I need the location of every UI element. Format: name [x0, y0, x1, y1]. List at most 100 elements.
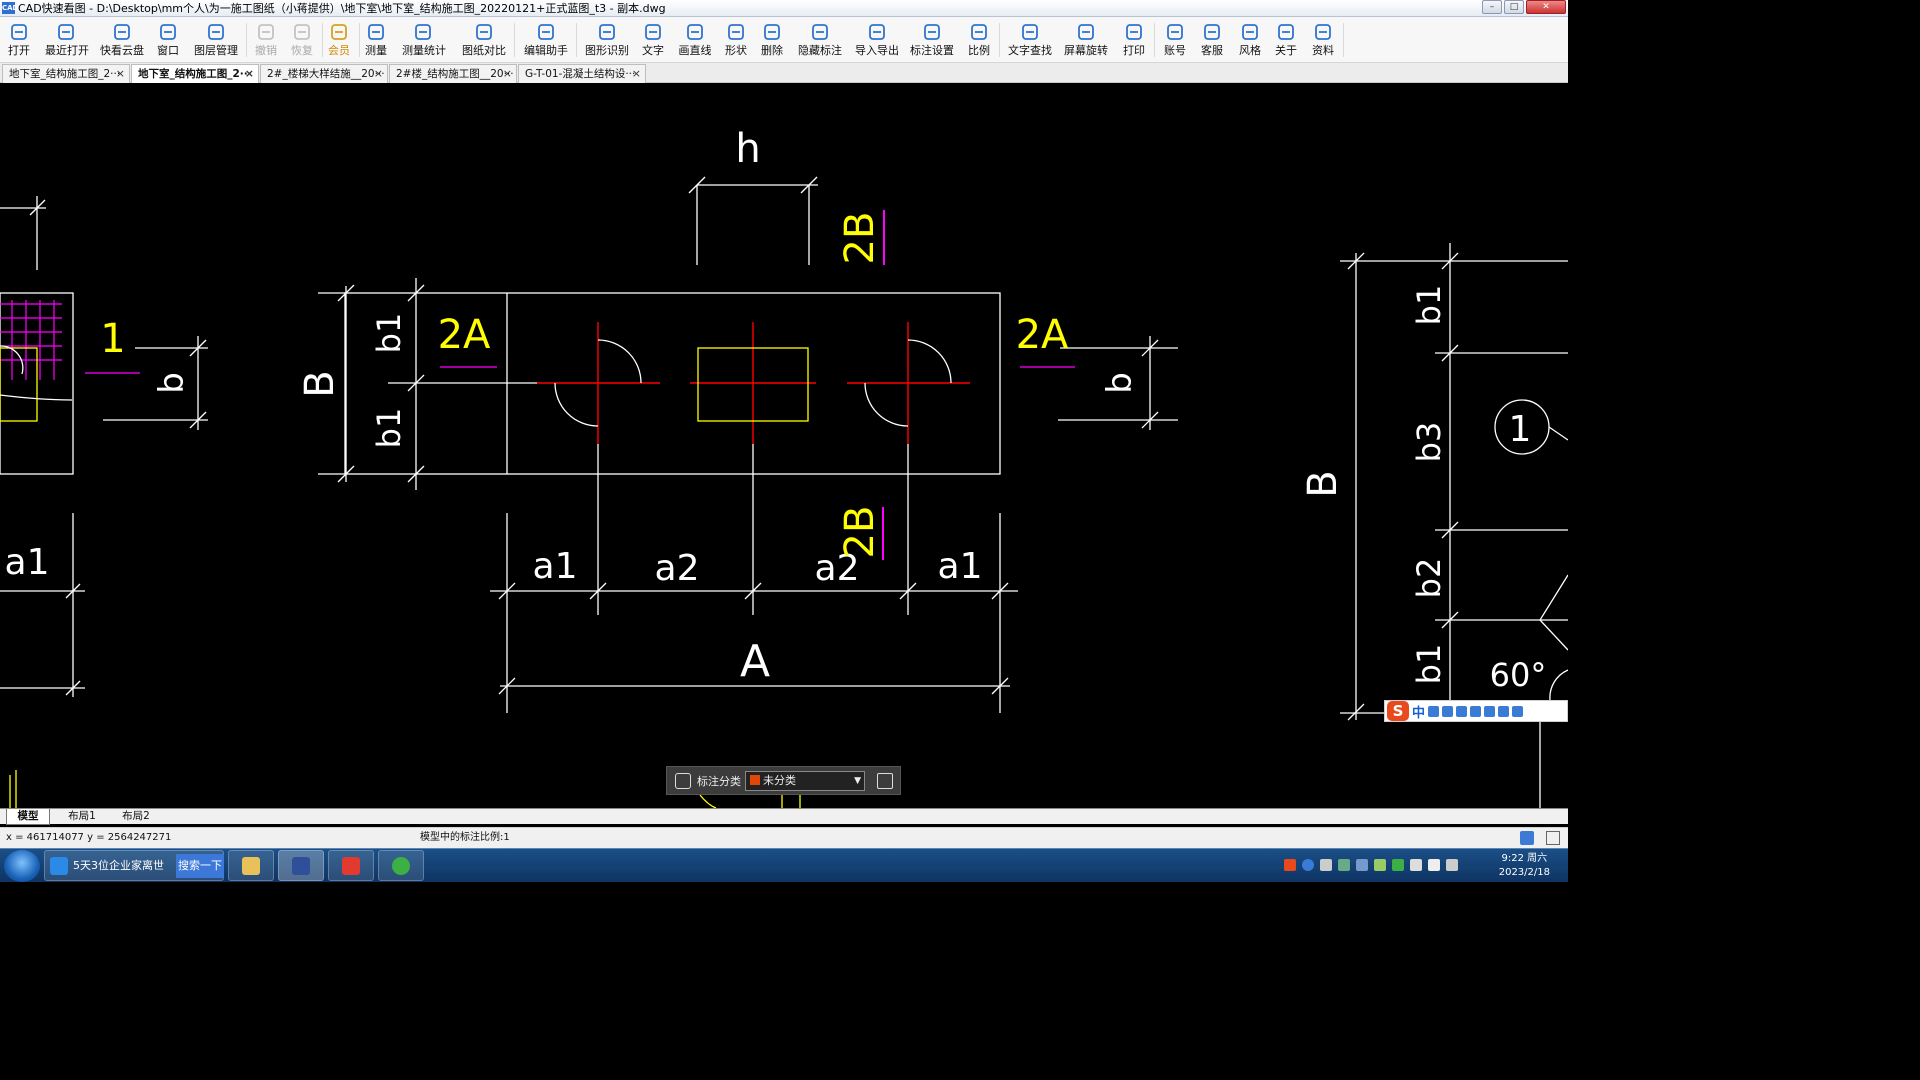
volume-icon[interactable]	[1428, 859, 1440, 871]
help-icon[interactable]	[1302, 859, 1314, 871]
taskbar-item-app[interactable]	[378, 850, 424, 881]
search-button[interactable]: 搜索一下	[176, 854, 224, 878]
toolbar-button-17[interactable]: 隐藏标注	[798, 20, 842, 60]
toolbar-button-18[interactable]: 导入导出	[855, 20, 899, 60]
label-b1-bottom: b1	[370, 408, 408, 449]
close-tab-icon[interactable]: ×	[503, 65, 512, 83]
toolbar-button-25[interactable]: 客服	[1200, 20, 1224, 60]
toolbar-button-label: 删除	[761, 44, 783, 57]
emoji-icon[interactable]	[1442, 705, 1454, 717]
toolbar-button-28[interactable]: 资料	[1311, 20, 1335, 60]
toolbar-button-12[interactable]: 图形识别	[585, 20, 629, 60]
flag-icon[interactable]	[1410, 859, 1422, 871]
ime-mode[interactable]: 中	[1412, 702, 1425, 721]
annotation-category-select[interactable]: 未分类 ▼	[745, 770, 865, 791]
layout-tab-0[interactable]: 模型	[6, 809, 50, 825]
layout-tab-1[interactable]: 布局1	[58, 809, 106, 825]
keyboard-icon[interactable]	[1470, 705, 1482, 717]
view-mode-icon[interactable]	[1520, 831, 1534, 845]
security-icon[interactable]	[1338, 859, 1350, 871]
toolbar-button-14[interactable]: 画直线	[678, 20, 712, 60]
taskbar-item-wps[interactable]	[328, 850, 374, 881]
taskbar-item-explorer[interactable]	[228, 850, 274, 881]
close-tab-icon[interactable]: ×	[632, 65, 641, 83]
minimize-button[interactable]: –	[1482, 0, 1502, 14]
punctuation-icon[interactable]	[1428, 705, 1440, 717]
toolbar-button-10[interactable]: 图纸对比	[462, 20, 506, 60]
toolbar-button-label: 打开	[8, 44, 30, 57]
toolbar-button-9[interactable]: 测量统计	[402, 20, 446, 60]
toolbar-button-7[interactable]: 会员	[327, 20, 351, 60]
label-A: A	[740, 636, 770, 687]
close-tab-icon[interactable]: ×	[116, 65, 125, 83]
toolbar-button-20[interactable]: 比例	[967, 20, 991, 60]
chevron-down-icon: ▼	[854, 775, 861, 786]
toolbar-button-label: 测量统计	[402, 44, 446, 57]
clock[interactable]: 9:22 周六 2023/2/18	[1499, 852, 1550, 880]
toolbar-button-27[interactable]: 关于	[1274, 20, 1298, 60]
app-tray-icon[interactable]	[1374, 859, 1386, 871]
taskbar-item-cad[interactable]	[278, 850, 324, 881]
toolbar-button-24[interactable]: 账号	[1163, 20, 1187, 60]
toolbar-button-11[interactable]: 编辑助手	[524, 20, 568, 60]
toolbar-button-8[interactable]: 测量	[365, 20, 387, 60]
toolbar-button-5[interactable]: 撤销	[254, 20, 278, 60]
toolbar-button-16[interactable]: 删除	[760, 20, 784, 60]
toolbar-button-15[interactable]: 形状	[722, 20, 750, 60]
annotation-category-label: 标注分类	[697, 774, 741, 788]
toolbar-button-4[interactable]: 图层管理	[194, 20, 238, 60]
toolbar-button-19[interactable]: 标注设置	[910, 20, 954, 60]
drawing-canvas[interactable]: h B b b b1 b1 a1 a2 a2 a1 A a1 B b1 b3 b…	[0, 84, 1568, 808]
taskbar-item-label: 5天3位企业家离世	[73, 859, 164, 872]
folder-icon	[242, 857, 260, 875]
green-tray-icon[interactable]	[1392, 859, 1404, 871]
close-tab-icon[interactable]: ×	[374, 65, 383, 83]
maximize-button[interactable]: □	[1504, 0, 1524, 14]
network-icon[interactable]	[1320, 859, 1332, 871]
toolbar-button-3[interactable]: 窗口	[157, 20, 179, 60]
toolbar-button-label: 编辑助手	[524, 44, 568, 57]
tab-document-2[interactable]: 2#_楼梯大样结施__20··· ×	[260, 64, 388, 83]
headset-icon	[1202, 22, 1222, 42]
toolbar-button-6[interactable]: 恢复	[290, 20, 314, 60]
toolbar-button-label: 画直线	[678, 44, 712, 57]
tab-document-1[interactable]: 地下室_结构施工图_2··· ×	[131, 64, 259, 83]
tab-document-0[interactable]: 地下室_结构施工图_2··· ×	[2, 64, 130, 83]
layout-tab-2[interactable]: 布局2	[112, 809, 160, 825]
tab-document-3[interactable]: 2#楼_结构施工图__20··· ×	[389, 64, 517, 83]
toolbar-button-26[interactable]: 风格	[1238, 20, 1262, 60]
tab-document-4[interactable]: G-T-01-混凝土结构设··· ×	[518, 64, 646, 83]
toolbar-button-2[interactable]: 快看云盘	[100, 20, 144, 60]
grid-icon[interactable]	[675, 772, 691, 789]
left-detail	[0, 196, 208, 697]
measure-stats-icon	[413, 22, 433, 42]
panel-toggle-icon[interactable]	[1546, 831, 1560, 845]
edit-icon[interactable]	[877, 772, 893, 789]
microphone-icon[interactable]	[1456, 705, 1468, 717]
toolbar-button-label: 文字	[642, 44, 664, 57]
sogou-tray-icon[interactable]	[1284, 859, 1296, 871]
toolbar-button-1[interactable]: 最近打开	[45, 20, 89, 60]
toolbar-button-22[interactable]: 屏幕旋转	[1064, 20, 1108, 60]
close-button[interactable]: ✕	[1526, 0, 1566, 14]
display-icon[interactable]	[1446, 859, 1458, 871]
start-button[interactable]	[4, 850, 40, 882]
annotation-settings-icon	[922, 22, 942, 42]
cloud-tray-icon[interactable]	[1356, 859, 1368, 871]
skin-icon[interactable]	[1498, 705, 1510, 717]
toolbar-button-13[interactable]: 文字	[641, 20, 665, 60]
toolbar-button-21[interactable]: 文字查找	[1008, 20, 1052, 60]
ime-toolbar[interactable]: S 中	[1384, 700, 1568, 722]
grid-menu-icon[interactable]	[1512, 705, 1524, 717]
label-b-left: b	[152, 372, 192, 394]
label-B-center: B	[297, 370, 343, 397]
category-color-swatch	[750, 774, 760, 785]
toolbar-button-label: 风格	[1239, 44, 1261, 57]
user-icon[interactable]	[1484, 705, 1496, 717]
close-tab-icon[interactable]: ×	[245, 65, 254, 83]
toolbar-button-label: 图层管理	[194, 44, 238, 57]
label-B-right: B	[1300, 470, 1346, 497]
toolbar-button-23[interactable]: 打印	[1122, 20, 1146, 60]
toolbar-button-0[interactable]: 打开	[8, 20, 30, 60]
label-2B-bottom: 2B	[837, 506, 883, 559]
